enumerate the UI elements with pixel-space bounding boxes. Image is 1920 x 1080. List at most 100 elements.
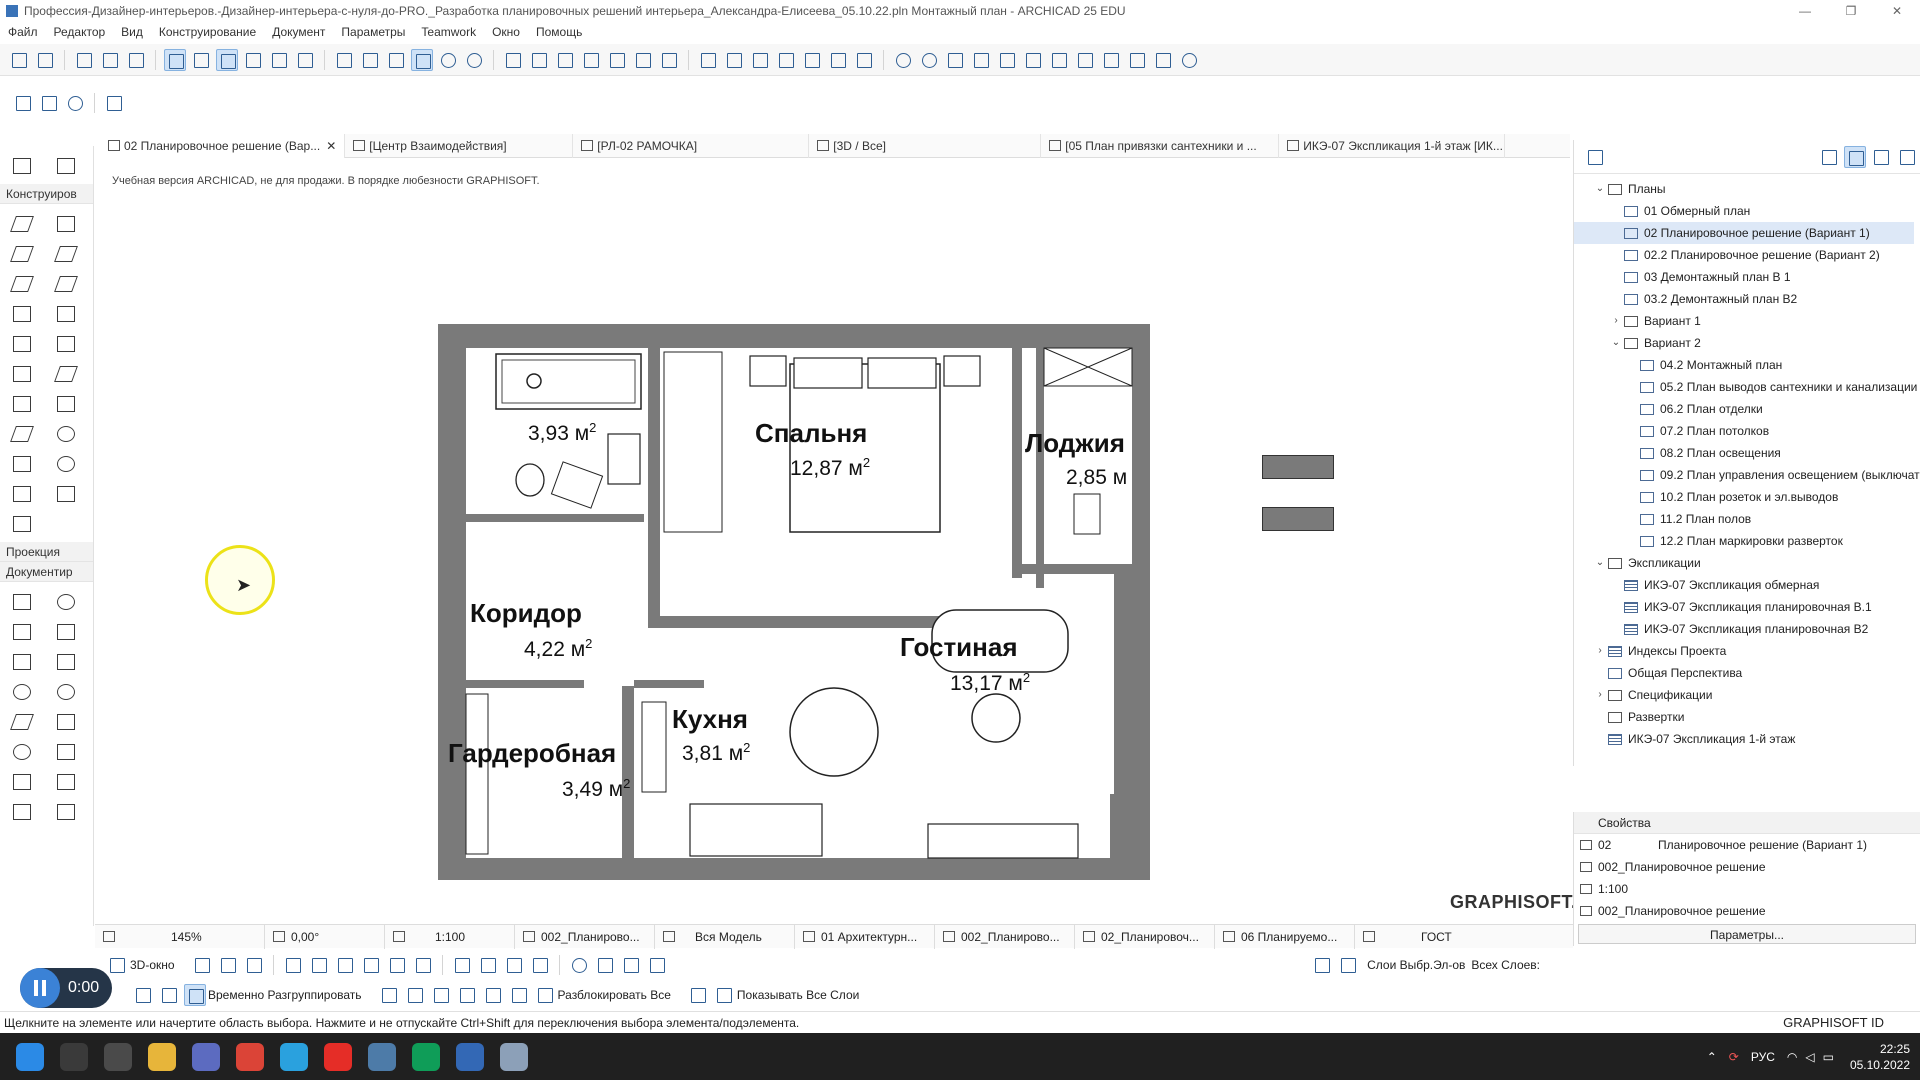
navigator-item[interactable]: › Индексы Проекта — [1574, 640, 1914, 662]
menu-options[interactable]: Параметры — [341, 25, 405, 39]
walk-icon[interactable] — [646, 954, 668, 976]
elevate-icon[interactable] — [437, 49, 459, 71]
chrome-profile-icon[interactable] — [412, 1042, 440, 1071]
guide-lines-icon[interactable] — [164, 48, 186, 71]
wall-tool-icon[interactable] — [944, 49, 966, 71]
3d-window-icon[interactable] — [106, 954, 128, 976]
redo-icon[interactable] — [34, 49, 56, 71]
layer-settings-icon[interactable] — [687, 984, 709, 1006]
edit-lock-icon[interactable] — [294, 49, 316, 71]
maximize-button[interactable]: ❐ — [1828, 0, 1874, 22]
clean-wall-icon[interactable] — [64, 92, 86, 114]
rotate-icon[interactable] — [359, 49, 381, 71]
drag-icon[interactable] — [411, 48, 433, 71]
navigator-item[interactable]: Общая Перспектива — [1574, 662, 1914, 684]
navigator-item[interactable]: 01 Обмерный план — [1574, 200, 1914, 222]
menu-document[interactable]: Документ — [272, 25, 325, 39]
morph-tool-icon[interactable] — [44, 418, 88, 448]
circle-tool-icon[interactable] — [0, 736, 44, 766]
detail-icon[interactable] — [827, 49, 849, 71]
send-back-icon[interactable] — [456, 984, 478, 1006]
beam-tool-icon[interactable] — [0, 238, 44, 268]
object-3d-tool-icon[interactable] — [0, 478, 44, 508]
properties-header[interactable]: Свойства — [1574, 812, 1920, 834]
renovation-filter-control[interactable]: 06 Планируемо... — [1215, 924, 1355, 949]
show-all-layers-button[interactable]: Показывать Все Слои — [737, 988, 859, 1002]
layer-combination-control[interactable]: 002_Планирово... — [515, 924, 655, 949]
overlay-icon[interactable] — [529, 954, 551, 976]
worksheet-icon[interactable] — [853, 49, 875, 71]
expand-arrow-icon[interactable]: ⌄ — [1610, 332, 1622, 354]
graphic-override-control[interactable]: 002_Планирово... — [935, 924, 1075, 949]
section-icon[interactable] — [775, 49, 797, 71]
figure-tool-icon[interactable] — [0, 796, 44, 826]
curtain-wall-icon[interactable] — [1152, 49, 1174, 71]
3d-cutaway-icon[interactable] — [217, 954, 239, 976]
explorer-icon[interactable] — [282, 954, 304, 976]
navigator-folder[interactable]: ⌄ Вариант 2 — [1574, 332, 1914, 354]
pause-icon[interactable] — [20, 968, 60, 1008]
zone-tool-icon[interactable] — [0, 448, 44, 478]
temporary-ungroup-button[interactable]: Временно Разгруппировать — [208, 988, 362, 1002]
lock-icon[interactable] — [508, 984, 530, 1006]
zoom-value[interactable]: 145% — [171, 930, 202, 944]
elevation-view-icon[interactable] — [386, 954, 408, 976]
navigator-item[interactable]: ИКЭ-07 Экспликация обмерная — [1574, 574, 1914, 596]
clock[interactable]: 22:25 05.10.2022 — [1850, 1041, 1910, 1073]
3d-window-button[interactable]: 3D-окно — [130, 958, 175, 972]
explode-icon[interactable] — [632, 49, 654, 71]
layer-show-icon[interactable] — [1311, 954, 1333, 976]
navigator-item[interactable]: ИКЭ-07 Экспликация планировочная В2 — [1574, 618, 1914, 640]
offset-icon[interactable] — [606, 49, 628, 71]
tab-3d-all[interactable]: [3D / Все] — [809, 133, 1042, 158]
marquee-tool-icon[interactable] — [44, 150, 88, 180]
compare-icon[interactable] — [477, 954, 499, 976]
panel-tool-icon[interactable] — [44, 478, 88, 508]
task-view-icon[interactable] — [104, 1042, 132, 1071]
navigator-item[interactable]: 11.2 План полов — [1574, 508, 1914, 530]
roof-tool-icon[interactable] — [996, 49, 1018, 71]
navigator-folder[interactable]: ⌄ Экспликации — [1574, 552, 1914, 574]
speaker-icon[interactable]: ◁ — [1805, 1050, 1814, 1064]
view-map-icon[interactable] — [1844, 145, 1866, 168]
zoom-icon[interactable] — [103, 931, 115, 942]
mirror-icon[interactable] — [385, 49, 407, 71]
flag-icon[interactable] — [697, 49, 719, 71]
arrow-tool-icon[interactable] — [0, 150, 44, 180]
drawing-tool-icon[interactable] — [44, 796, 88, 826]
split-icon[interactable] — [502, 49, 524, 71]
mesh-tool-icon[interactable] — [1022, 49, 1044, 71]
group-icon[interactable] — [132, 984, 154, 1006]
marker-tool-icon[interactable] — [0, 676, 44, 706]
parameters-button[interactable]: Параметры... — [1578, 924, 1916, 944]
layout-book-icon[interactable] — [1870, 146, 1892, 168]
elevation-icon[interactable] — [801, 49, 823, 71]
navigator-item[interactable]: 02 Планировочное решение (Вариант 1) — [1574, 222, 1914, 244]
pen-set-control[interactable]: 01 Архитектурн... — [795, 924, 935, 949]
column-tool-icon[interactable] — [44, 208, 88, 238]
column-tool-icon[interactable] — [1048, 49, 1070, 71]
inject-icon[interactable] — [125, 49, 147, 71]
dimension-tool-icon[interactable] — [0, 586, 44, 616]
tab-plan-variant-1[interactable]: 02 Планировочное решение (Вар... ✕ — [100, 133, 346, 158]
label-tool-icon[interactable] — [44, 646, 88, 676]
expand-arrow-icon[interactable]: ⌄ — [1594, 178, 1606, 200]
menu-window[interactable]: Окно — [492, 25, 520, 39]
navigator-item[interactable]: 03.2 Демонтажный план В2 — [1574, 288, 1914, 310]
menu-view[interactable]: Вид — [121, 25, 143, 39]
tab-collaboration-center[interactable]: [Центр Взаимодействия] — [345, 133, 574, 158]
3d-selection-icon[interactable] — [191, 954, 213, 976]
gravity-icon[interactable] — [216, 48, 238, 71]
show-layers-icon[interactable] — [713, 984, 735, 1006]
navigator-menu-icon[interactable] — [1584, 146, 1606, 168]
worksheet-view-icon[interactable] — [412, 954, 434, 976]
navigator-item[interactable]: 08.2 План освещения — [1574, 442, 1914, 464]
tab-layout-frame[interactable]: [РЛ-02 РАМОЧКА] — [573, 133, 810, 158]
navigator-item[interactable]: 03 Демонтажный план В 1 — [1574, 266, 1914, 288]
project-map-icon[interactable] — [1818, 146, 1840, 168]
pick-up-icon[interactable] — [99, 49, 121, 71]
expand-arrow-icon[interactable]: › — [1594, 684, 1606, 706]
shell-tool-icon[interactable] — [44, 268, 88, 298]
hotspot-tool-icon[interactable] — [44, 766, 88, 796]
suspend-group-icon[interactable] — [184, 984, 206, 1006]
